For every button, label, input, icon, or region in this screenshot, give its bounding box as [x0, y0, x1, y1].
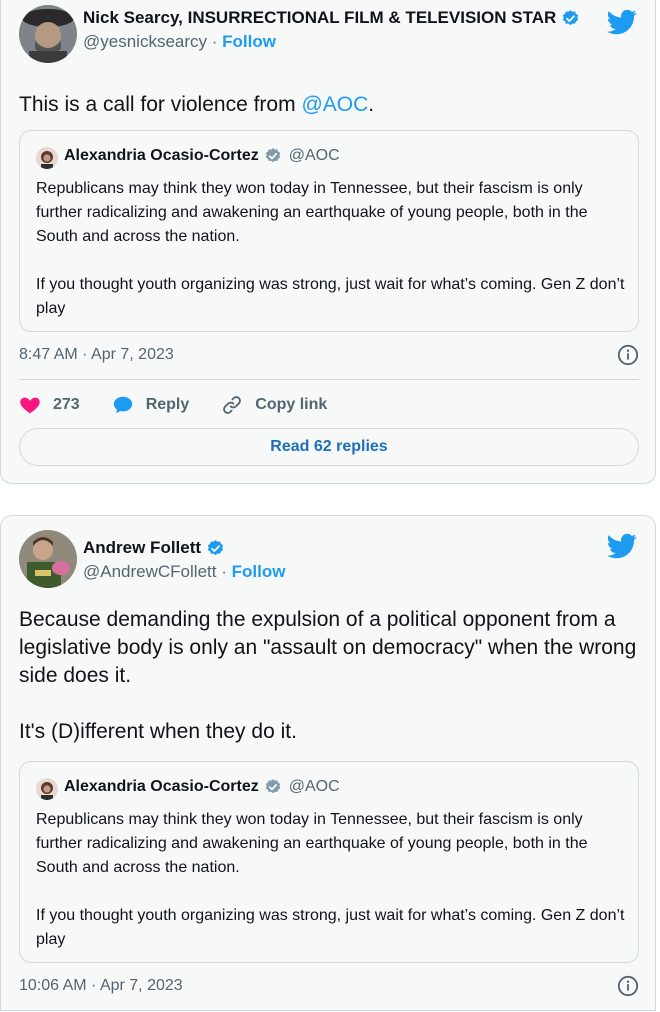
author-handle[interactable]: @AndrewCFollett: [83, 562, 216, 581]
author-name[interactable]: Andrew Follett: [83, 538, 225, 558]
timestamp[interactable]: 10:06 AM · Apr 7, 2023: [19, 977, 183, 995]
mention-link[interactable]: @AOC: [301, 93, 368, 116]
info-icon[interactable]: [617, 344, 639, 366]
quoted-tweet[interactable]: Alexandria Ocasio-Cortez @AOC Republican…: [19, 130, 639, 332]
verified-badge-icon: [563, 9, 579, 25]
tweet-card-1: Nick Searcy, INSURRECTIONAL FILM & TELEV…: [0, 0, 656, 484]
author-name-text: Nick Searcy, INSURRECTIONAL FILM & TELEV…: [83, 8, 557, 27]
quoted-author-handle: @AOC: [288, 147, 340, 164]
quoted-avatar: [36, 147, 58, 169]
timestamp[interactable]: 8:47 AM · Apr 7, 2023: [19, 346, 174, 364]
follow-button[interactable]: Follow: [232, 562, 286, 581]
copy-link-button[interactable]: Copy link: [221, 394, 327, 416]
quoted-author: Alexandria Ocasio-Cortez @AOC: [64, 778, 340, 796]
separator: ·: [211, 32, 218, 51]
avatar[interactable]: [19, 5, 77, 63]
handle-line: @yesnicksearcy · Follow: [83, 32, 276, 52]
reply-bubble-icon: [113, 396, 132, 414]
reply-label: Reply: [145, 396, 190, 413]
divider: [19, 379, 639, 380]
tweet-text: This is a call for violence from @AOC.: [19, 91, 639, 119]
quoted-author-handle: @AOC: [288, 778, 340, 795]
tweet-text-end: .: [368, 93, 375, 116]
heart-icon: [20, 397, 40, 414]
quoted-avatar: [36, 778, 58, 800]
quoted-author-name: Alexandria Ocasio-Cortez: [64, 778, 259, 795]
verified-badge-icon: [265, 148, 280, 163]
quoted-text: Republicans may think they won today in …: [36, 180, 625, 317]
avatar[interactable]: [19, 530, 77, 588]
verified-badge-icon: [265, 779, 280, 794]
link-icon: [223, 396, 242, 414]
author-handle[interactable]: @yesnicksearcy: [83, 32, 207, 51]
verified-badge-icon: [207, 539, 224, 555]
separator: ·: [221, 562, 227, 581]
reply-button[interactable]: Reply: [112, 394, 190, 416]
author-name[interactable]: Nick Searcy, INSURRECTIONAL FILM & TELEV…: [83, 8, 580, 28]
tweet-text: Because demanding the expulsion of a pol…: [19, 608, 637, 743]
handle-line: @AndrewCFollett · Follow: [83, 562, 285, 582]
like-count: 273: [53, 396, 80, 413]
quoted-tweet[interactable]: Alexandria Ocasio-Cortez @AOC Republican…: [19, 761, 639, 963]
quoted-author-name: Alexandria Ocasio-Cortez: [64, 147, 259, 164]
tweet-card-2: Andrew Follett @AndrewCFollett · Follow …: [0, 515, 656, 1011]
quoted-author: Alexandria Ocasio-Cortez @AOC: [64, 147, 340, 165]
like-button[interactable]: 273: [19, 394, 80, 416]
tweet-text-part: This is a call for violence from: [19, 93, 302, 116]
quoted-text: Republicans may think they won today in …: [36, 811, 625, 948]
read-replies-button[interactable]: Read 62 replies: [19, 428, 639, 466]
follow-button[interactable]: Follow: [222, 32, 276, 51]
copy-link-label: Copy link: [255, 396, 328, 413]
author-name-text: Andrew Follett: [83, 538, 202, 557]
twitter-bird-icon[interactable]: [607, 531, 637, 561]
twitter-bird-icon[interactable]: [607, 7, 637, 37]
action-bar: 273 Reply Copy link: [19, 390, 359, 420]
info-icon[interactable]: [617, 975, 639, 997]
